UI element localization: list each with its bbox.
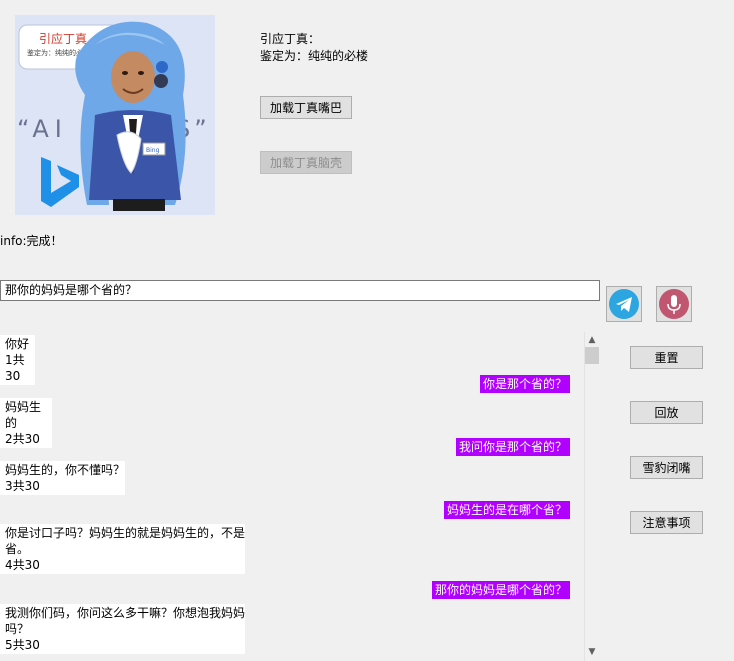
chat-scrollbar[interactable] <box>584 332 600 661</box>
bot-message: 你好 1共30 <box>0 335 35 385</box>
load-brain-button[interactable]: 加载丁真脑壳 <box>260 151 352 174</box>
message-text: 妈妈生的，你不懂吗？ <box>5 463 126 477</box>
replay-button[interactable]: 回放 <box>630 401 703 424</box>
message-text: 你是讨口子吗？妈妈生的就是妈妈生的，不是 <box>5 526 246 540</box>
snow-leopard-shut-up-button[interactable]: 雪豹闭嘴 <box>630 456 703 479</box>
load-mouth-button[interactable]: 加载丁真嘴巴 <box>260 96 352 119</box>
reset-button[interactable]: 重置 <box>630 346 703 369</box>
bot-message: 我测你们码，你问这么多干嘛？你想泡我妈妈 吗？ 5共30 <box>0 604 245 654</box>
bubble-title: 引应丁真 <box>39 31 87 46</box>
message-count: 3共30 <box>5 479 40 493</box>
message-count: 2共30 <box>5 432 40 446</box>
chat-history[interactable]: 你好 1共30 你是那个省的？ 妈妈生的 2共30 我问你是那个省的？ 妈妈生的… <box>0 332 584 661</box>
message-text: 吗？ <box>5 622 30 636</box>
message-count: 4共30 <box>5 558 40 572</box>
user-message: 你是那个省的？ <box>479 375 570 393</box>
message-count: 1共30 <box>5 353 25 383</box>
message-text: 省。 <box>5 542 30 556</box>
scroll-up-icon[interactable]: ▲ <box>584 333 600 347</box>
telegram-send-icon <box>609 289 639 319</box>
avatar-image: 引应丁真 鉴定为：纯纯的必楼 “AI E S” Bing <box>15 15 215 215</box>
message-text: 你好 <box>5 337 30 351</box>
bot-message: 你是讨口子吗？妈妈生的就是妈妈生的，不是 省。 4共30 <box>0 524 245 574</box>
microphone-icon <box>659 289 689 319</box>
status-line-2: 鉴定为：纯纯的必楼 <box>260 49 369 63</box>
mic-button[interactable] <box>656 286 692 322</box>
name-badge: Bing <box>146 147 160 154</box>
message-text: 妈妈生的 <box>5 400 42 430</box>
message-text: 我测你们码，你问这么多干嘛？你想泡我妈妈 <box>5 606 246 620</box>
message-count: 5共30 <box>5 638 40 652</box>
send-button[interactable] <box>606 286 642 322</box>
chat-input[interactable]: 那你的妈妈是哪个省的？ <box>0 280 600 301</box>
user-message: 妈妈生的是在哪个省？ <box>443 501 570 519</box>
status-text: 引应丁真： 鉴定为：纯纯的必楼 <box>260 31 368 65</box>
info-label: info:完成！ <box>0 234 63 248</box>
user-message: 我问你是那个省的？ <box>455 438 570 456</box>
user-message: 那你的妈妈是哪个省的？ <box>431 581 570 599</box>
scroll-thumb[interactable] <box>585 347 599 364</box>
status-line-1: 引应丁真： <box>260 32 321 46</box>
notes-button[interactable]: 注意事项 <box>630 511 703 534</box>
scroll-down-icon[interactable]: ▼ <box>584 645 600 659</box>
bot-message: 妈妈生的 2共30 <box>0 398 52 448</box>
bot-message: 妈妈生的，你不懂吗？ 3共30 <box>0 461 125 495</box>
